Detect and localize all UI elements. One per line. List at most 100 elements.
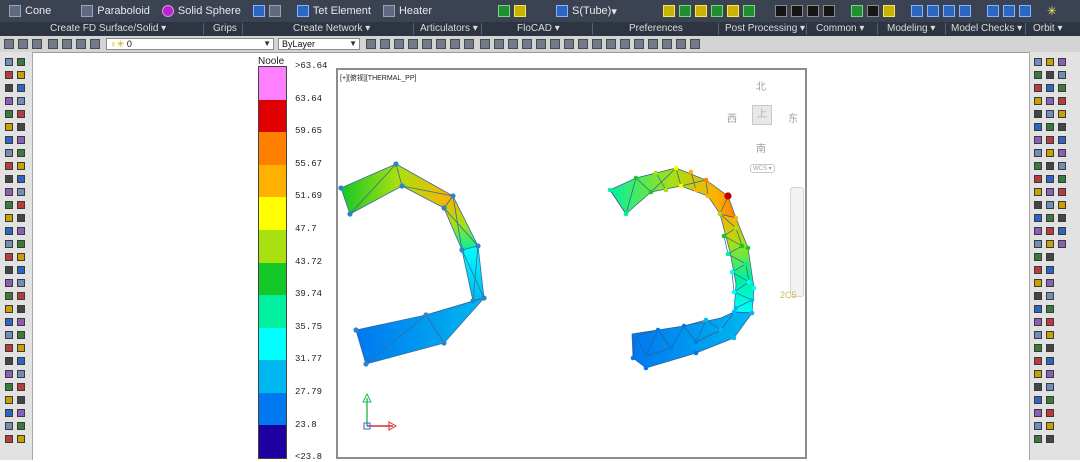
- toolbar-tool-icon[interactable]: [1046, 149, 1054, 157]
- toolbar-tool-icon[interactable]: [5, 58, 13, 66]
- viewport-label[interactable]: [+][俯视][THERMAL_PP]: [340, 73, 416, 83]
- toolbar-tool-icon[interactable]: [5, 136, 13, 144]
- tool-icon[interactable]: [408, 39, 418, 49]
- panel-model-checks[interactable]: Model Checks ▾: [951, 23, 1022, 35]
- toolbar-tool-icon[interactable]: [5, 110, 13, 118]
- viewcube-south[interactable]: 南: [756, 140, 766, 155]
- toolbar-tool-icon[interactable]: [5, 175, 13, 183]
- tool-icon[interactable]: [436, 39, 446, 49]
- toolbar-tool-icon[interactable]: [5, 162, 13, 170]
- toolbar-tool-icon[interactable]: [1034, 305, 1042, 313]
- toolbar-tool-icon[interactable]: [5, 188, 13, 196]
- toolbar-tool-icon[interactable]: [1046, 305, 1054, 313]
- toolbar-tool-icon[interactable]: [1046, 110, 1054, 118]
- layer-manager-icon[interactable]: [4, 39, 14, 49]
- toolbar-tool-icon[interactable]: [1046, 214, 1054, 222]
- toolbar-tool-icon[interactable]: [5, 71, 13, 79]
- toolbar-tool-icon[interactable]: [17, 97, 25, 105]
- orbit-tools[interactable]: ✳: [1044, 2, 1060, 20]
- toolbar-tool-icon[interactable]: [1046, 227, 1054, 235]
- zoom-window-icon[interactable]: [508, 39, 518, 49]
- toolbar-tool-icon[interactable]: [1034, 123, 1042, 131]
- toolbar-tool-icon[interactable]: [1034, 175, 1042, 183]
- toolbar-tool-icon[interactable]: [17, 175, 25, 183]
- toolbar-tool-icon[interactable]: [5, 344, 13, 352]
- toolbar-tool-icon[interactable]: [5, 435, 13, 443]
- tet-element-button[interactable]: Tet Element: [294, 2, 374, 20]
- toolbar-tool-icon[interactable]: [1058, 71, 1066, 79]
- toolbar-tool-icon[interactable]: [17, 409, 25, 417]
- tool-icon[interactable]: [564, 39, 574, 49]
- toolbar-tool-icon[interactable]: [1034, 71, 1042, 79]
- toolbar-tool-icon[interactable]: [5, 227, 13, 235]
- toolbar-tool-icon[interactable]: [1034, 422, 1042, 430]
- toolbar-tool-icon[interactable]: [1034, 162, 1042, 170]
- tool-icon[interactable]: [606, 39, 616, 49]
- toolbar-tool-icon[interactable]: [17, 266, 25, 274]
- toolbar-tool-icon[interactable]: [5, 383, 13, 391]
- toolbar-tool-icon[interactable]: [17, 201, 25, 209]
- viewcube-east[interactable]: 东: [788, 110, 798, 125]
- tube-button[interactable]: S(Tube) ▾: [553, 2, 620, 20]
- toolbar-tool-icon[interactable]: [17, 292, 25, 300]
- toolbar-tool-icon[interactable]: [1046, 409, 1054, 417]
- toolbar-tool-icon[interactable]: [1034, 58, 1042, 66]
- toolbar-tool-icon[interactable]: [17, 188, 25, 196]
- toolbar-tool-icon[interactable]: [5, 292, 13, 300]
- toolbar-tool-icon[interactable]: [17, 71, 25, 79]
- toolbar-tool-icon[interactable]: [5, 370, 13, 378]
- tool-icon[interactable]: [366, 39, 376, 49]
- layer-dropdown[interactable]: ♀✳ 0 ▼: [106, 38, 274, 50]
- toolbar-tool-icon[interactable]: [1034, 396, 1042, 404]
- toolbar-tool-icon[interactable]: [17, 84, 25, 92]
- toolbar-tool-icon[interactable]: [1058, 188, 1066, 196]
- toolbar-tool-icon[interactable]: [1034, 318, 1042, 326]
- toolbar-tool-icon[interactable]: [5, 214, 13, 222]
- toolbar-tool-icon[interactable]: [1034, 97, 1042, 105]
- toolbar-tool-icon[interactable]: [1046, 240, 1054, 248]
- panel-flocad[interactable]: FloCAD ▾: [517, 23, 560, 35]
- toolbar-tool-icon[interactable]: [5, 149, 13, 157]
- toolbar-tool-icon[interactable]: [1046, 175, 1054, 183]
- toolbar-tool-icon[interactable]: [5, 266, 13, 274]
- wcs-dropdown[interactable]: WCS ▾: [750, 164, 775, 173]
- toolbar-tool-icon[interactable]: [17, 123, 25, 131]
- toolbar-tool-icon[interactable]: [17, 331, 25, 339]
- toolbar-tool-icon[interactable]: [17, 383, 25, 391]
- panel-grips[interactable]: Grips: [213, 23, 237, 35]
- tool-icon[interactable]: [592, 39, 602, 49]
- paraboloid-button[interactable]: Paraboloid: [78, 2, 153, 20]
- panel-create-fd-surface[interactable]: Create FD Surface/Solid ▾: [50, 23, 166, 35]
- toolbar-tool-icon[interactable]: [17, 344, 25, 352]
- toolbar-tool-icon[interactable]: [1046, 266, 1054, 274]
- common-tools[interactable]: [848, 2, 902, 20]
- tool-icon[interactable]: [422, 39, 432, 49]
- toolbar-tool-icon[interactable]: [5, 253, 13, 261]
- tool-icon[interactable]: [450, 39, 460, 49]
- toolbar-tool-icon[interactable]: [5, 331, 13, 339]
- post-processing-tools[interactable]: [772, 2, 842, 20]
- layer-prop-icon[interactable]: [32, 39, 42, 49]
- toolbar-tool-icon[interactable]: [17, 227, 25, 235]
- toolbar-tool-icon[interactable]: [1046, 383, 1054, 391]
- toolbar-tool-icon[interactable]: [1034, 240, 1042, 248]
- toolbar-tool-icon[interactable]: [17, 305, 25, 313]
- toolbar-tool-icon[interactable]: [1034, 409, 1042, 417]
- toolbar-tool-icon[interactable]: [5, 396, 13, 404]
- toolbar-tool-icon[interactable]: [5, 409, 13, 417]
- toolbar-tool-icon[interactable]: [1058, 136, 1066, 144]
- toolbar-tool-icon[interactable]: [1058, 175, 1066, 183]
- toolbar-tool-icon[interactable]: [1034, 383, 1042, 391]
- tool-icon[interactable]: [676, 39, 686, 49]
- toolbar-tool-icon[interactable]: [1046, 435, 1054, 443]
- toolbar-tool-icon[interactable]: [5, 305, 13, 313]
- tool-icon[interactable]: [634, 39, 644, 49]
- model-viewport[interactable]: [+][俯视][THERMAL_PP] 北 西 上 东 南 WCS ▾ 2C5: [336, 68, 807, 459]
- toolbar-tool-icon[interactable]: [5, 279, 13, 287]
- toolbar-tool-icon[interactable]: [1046, 357, 1054, 365]
- toolbar-tool-icon[interactable]: [1046, 422, 1054, 430]
- model-checks-tools[interactable]: [984, 2, 1038, 20]
- preferences-tools[interactable]: [660, 2, 762, 20]
- toolbar-tool-icon[interactable]: [1034, 201, 1042, 209]
- toolbar-tool-icon[interactable]: [1046, 71, 1054, 79]
